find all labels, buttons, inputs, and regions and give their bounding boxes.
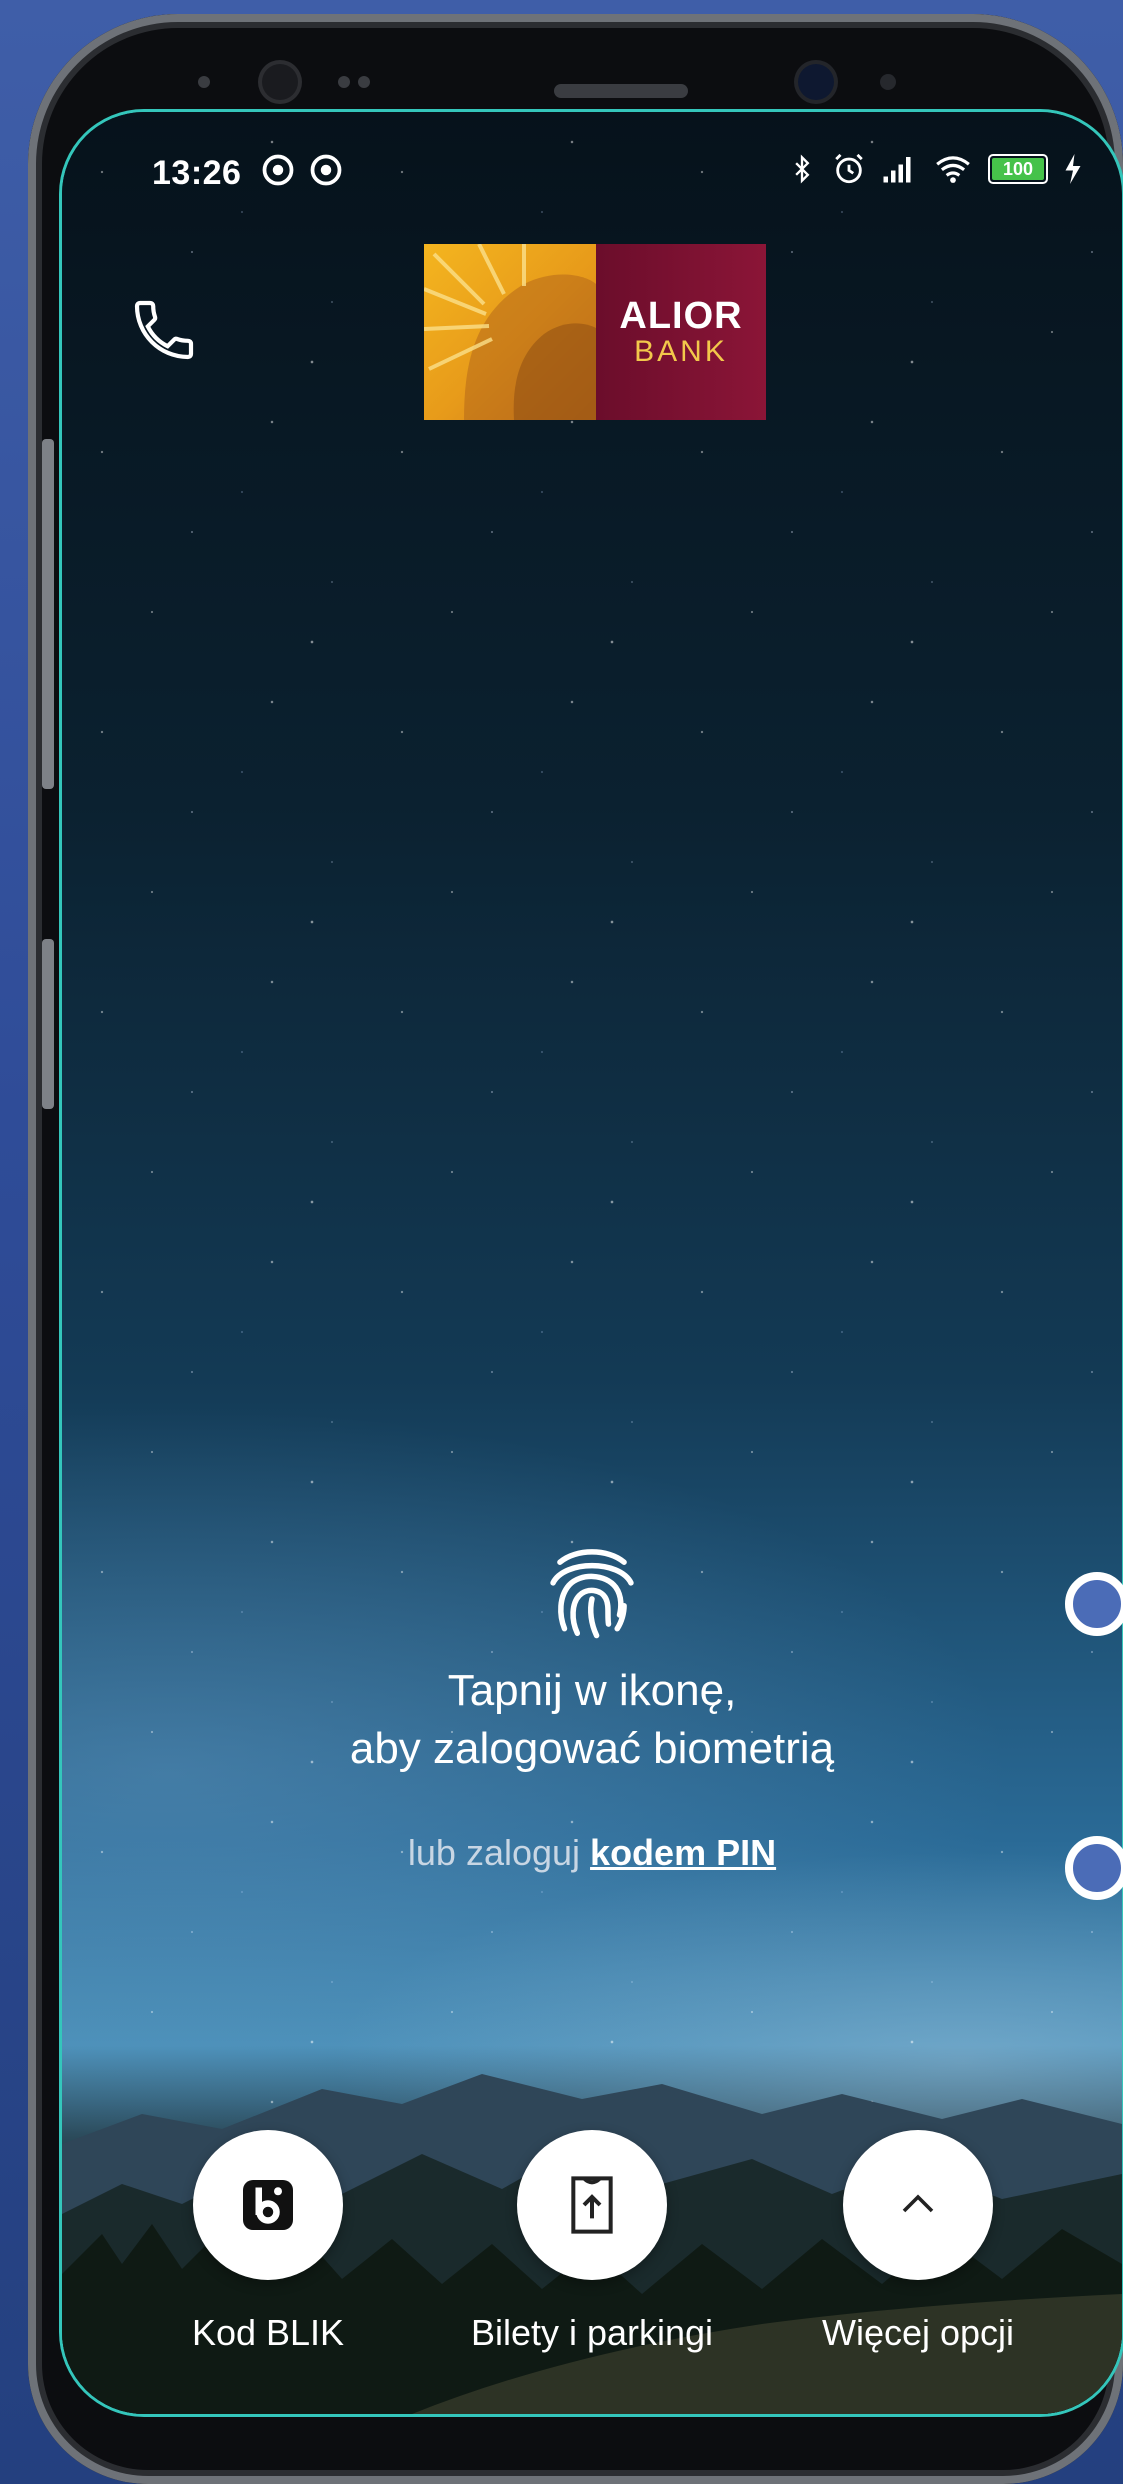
ticket-icon <box>571 2176 613 2234</box>
fingerprint-icon <box>550 1549 634 1639</box>
charging-icon <box>1065 154 1081 184</box>
notification-icon <box>262 154 294 186</box>
action-wiecej-opcji[interactable]: Więcej opcji <box>788 2130 1048 2354</box>
pin-login-line: lub zaloguj kodem PIN <box>62 1832 1122 1874</box>
earpiece-speaker <box>554 84 688 98</box>
kod-blik-label: Kod BLIK <box>191 2312 345 2353</box>
logo-emblem <box>424 244 596 420</box>
instruction-line-1: Tapnij w ikonę, <box>447 1666 737 1715</box>
decorative-dot <box>1065 1572 1123 1636</box>
pin-login-link[interactable]: kodem PIN <box>590 1832 776 1873</box>
bilety-label: Bilety i parkingi <box>470 2312 714 2353</box>
wiecej-opcji-button[interactable] <box>843 2130 993 2280</box>
instruction-line-2: aby zalogować biometrią <box>349 1724 835 1773</box>
wifi-icon <box>936 156 970 183</box>
alarm-icon <box>835 153 863 184</box>
call-button[interactable] <box>124 290 204 370</box>
pin-prefix: lub zaloguj <box>407 1832 581 1873</box>
chevron-up-icon <box>902 2194 934 2213</box>
signal-icon <box>883 157 911 183</box>
decorative-dot <box>1065 1836 1123 1900</box>
status-bar: 13:26 100 <box>62 112 1122 232</box>
sensor-dot <box>198 76 210 88</box>
logo-bank-text: BANK <box>634 334 728 368</box>
notification-icon <box>310 154 342 186</box>
logo-name: ALIOR <box>619 294 743 337</box>
alior-bank-logo: ALIOR BANK <box>424 244 766 420</box>
status-time: 13:26 <box>152 154 242 192</box>
fingerprint-button[interactable] <box>532 1532 652 1652</box>
sensor-dot <box>358 76 370 88</box>
kod-blik-button[interactable] <box>193 2130 343 2280</box>
sensor-dot <box>338 76 350 88</box>
wiecej-opcji-label: Więcej opcji <box>821 2312 1015 2353</box>
blik-icon <box>243 2180 293 2230</box>
bluetooth-icon <box>795 154 810 184</box>
action-bilety[interactable]: Bilety i parkingi <box>462 2130 722 2354</box>
volume-button <box>42 439 54 789</box>
action-kod-blik[interactable]: Kod BLIK <box>138 2130 398 2354</box>
power-button <box>42 939 54 1109</box>
biometric-instruction: Tapnij w ikonę, aby zalogować biometrią <box>62 1662 1122 1778</box>
logo-wordmark: ALIOR BANK <box>596 244 766 420</box>
front-camera <box>262 64 298 100</box>
sensor-dot <box>880 74 896 90</box>
iris-camera <box>798 64 834 100</box>
phone-icon <box>134 300 194 360</box>
battery-level: 100 <box>1002 158 1034 179</box>
app-screen: 13:26 100 ALIOR BANK Tapnij w ikonę, aby… <box>62 112 1122 2414</box>
battery-icon: 100 <box>988 154 1048 184</box>
bilety-button[interactable] <box>517 2130 667 2280</box>
